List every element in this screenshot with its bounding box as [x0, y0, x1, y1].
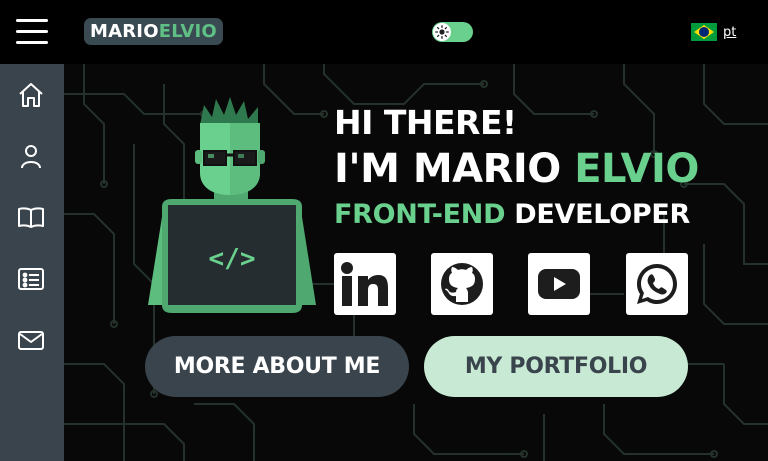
greeting-name-prefix: I'M MARIO	[334, 146, 575, 192]
language-label[interactable]: pt	[723, 25, 736, 40]
my-portfolio-button[interactable]: MY PORTFOLIO	[424, 336, 688, 397]
brazil-flag-icon	[691, 23, 717, 41]
greeting-name-highlight: ELVIO	[574, 146, 699, 192]
top-bar: MARIO ELVIO pt	[0, 0, 768, 64]
greeting-line-1: HI THERE!	[334, 103, 517, 142]
greeting-role: FRONT-END DEVELOPER	[334, 199, 690, 230]
github-link[interactable]	[431, 253, 493, 315]
home-icon[interactable]	[16, 80, 46, 110]
user-icon[interactable]	[16, 141, 46, 171]
book-icon[interactable]	[16, 202, 46, 232]
hamburger-icon[interactable]	[16, 19, 48, 45]
greeting-name: I'M MARIO ELVIO	[334, 146, 699, 192]
whatsapp-icon	[637, 264, 677, 304]
resume-icon[interactable]	[16, 264, 46, 294]
linkedin-icon	[341, 262, 388, 306]
sun-icon	[433, 23, 451, 41]
linkedin-link[interactable]	[334, 253, 396, 315]
greeting-role-highlight: FRONT-END	[334, 199, 515, 230]
developer-avatar: </>	[148, 97, 316, 313]
theme-toggle[interactable]	[432, 22, 473, 42]
whatsapp-link[interactable]	[626, 253, 688, 315]
youtube-icon	[538, 269, 580, 299]
logo-text-first: MARIO	[90, 21, 159, 42]
more-about-me-button[interactable]: MORE ABOUT ME	[145, 336, 409, 397]
laptop-code-label: </>	[209, 244, 256, 274]
logo-text-second: ELVIO	[158, 21, 217, 42]
youtube-link[interactable]	[528, 253, 590, 315]
greeting-role-suffix: DEVELOPER	[514, 199, 691, 230]
sidebar	[0, 64, 64, 461]
site-logo[interactable]: MARIO ELVIO	[84, 18, 223, 45]
language-selector[interactable]: pt	[691, 23, 736, 41]
github-icon	[441, 263, 483, 305]
mail-icon[interactable]	[16, 325, 46, 355]
